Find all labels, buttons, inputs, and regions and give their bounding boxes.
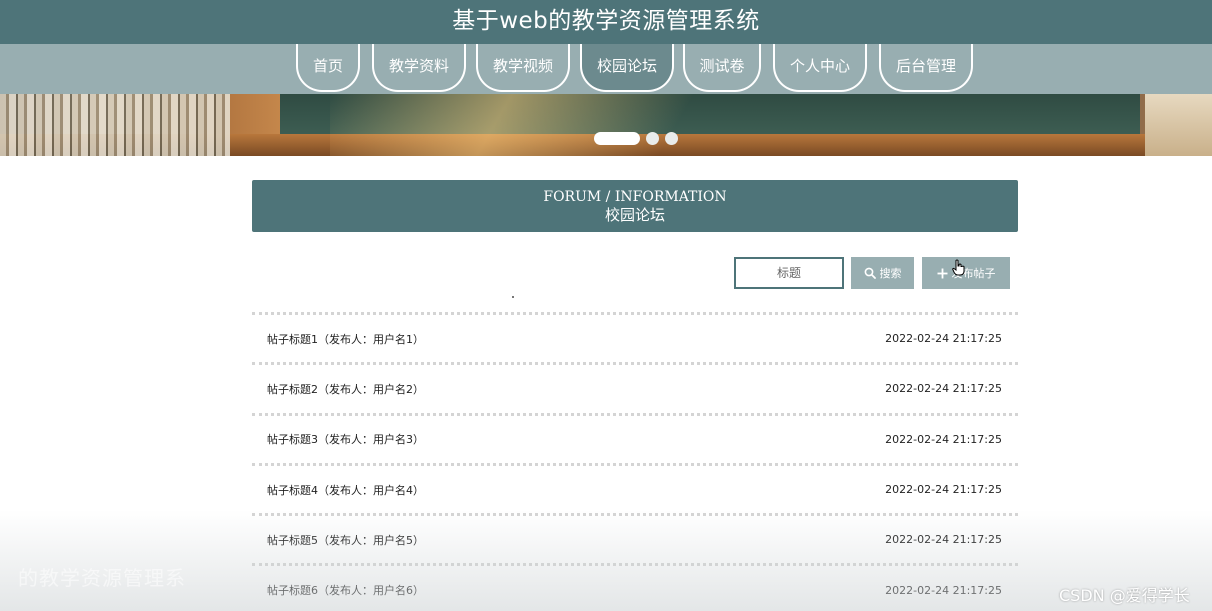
page: 基于web的教学资源管理系统 首页 教学资料 教学视频 校园论坛 测试卷 个人中… (0, 0, 1212, 611)
banner-sunlight (330, 94, 750, 156)
post-title[interactable]: 帖子标题3（发布人：用户名3） (267, 431, 424, 447)
post-row[interactable]: 帖子标题6（发布人：用户名6） 2022-02-24 21:17:25 (252, 563, 1018, 611)
carousel-dot-3[interactable] (665, 132, 678, 145)
post-title[interactable]: 帖子标题4（发布人：用户名4） (267, 482, 424, 498)
post-row[interactable]: 帖子标题2（发布人：用户名2） 2022-02-24 21:17:25 (252, 362, 1018, 412)
carousel-dot-1[interactable] (594, 132, 640, 145)
nav-item-label: 教学视频 (492, 56, 553, 75)
site-title: 基于web的教学资源管理系统 (452, 8, 760, 34)
search-icon (864, 267, 876, 279)
ghost-overlay-text: 的教学资源管理系 (18, 566, 186, 590)
post-title[interactable]: 帖子标题6（发布人：用户名6） (267, 582, 424, 598)
nav-item-label: 个人中心 (789, 56, 850, 75)
search-button[interactable]: 搜索 (851, 257, 914, 289)
post-list: 帖子标题1（发布人：用户名1） 2022-02-24 21:17:25 帖子标题… (252, 312, 1018, 611)
nav-item-home[interactable]: 首页 (296, 44, 360, 92)
post-title[interactable]: 帖子标题1（发布人：用户名1） (267, 331, 424, 347)
new-post-button[interactable]: 发布帖子 (922, 257, 1010, 289)
title-bar: 基于web的教学资源管理系统 (0, 0, 1212, 44)
banner-bookshelf (0, 94, 230, 156)
section-header: FORUM / INFORMATION 校园论坛 (252, 180, 1018, 232)
carousel-dot-2[interactable] (646, 132, 659, 145)
nav-item-teaching-materials[interactable]: 教学资料 (372, 44, 466, 92)
main-nav: 首页 教学资料 教学视频 校园论坛 测试卷 个人中心 后台管理 (0, 44, 1212, 94)
nav-item-admin[interactable]: 后台管理 (879, 44, 973, 92)
nav-item-label: 测试卷 (699, 56, 745, 75)
post-time: 2022-02-24 21:17:25 (885, 533, 1002, 547)
nav-item-test-papers[interactable]: 测试卷 (683, 44, 761, 92)
section-title-en: FORUM / INFORMATION (543, 189, 727, 205)
post-title[interactable]: 帖子标题2（发布人：用户名2） (267, 381, 424, 397)
banner-wall (1145, 94, 1212, 156)
search-button-label: 搜索 (879, 267, 902, 280)
post-row[interactable]: 帖子标题3（发布人：用户名3） 2022-02-24 21:17:25 (252, 412, 1018, 463)
post-row[interactable]: 帖子标题1（发布人：用户名1） 2022-02-24 21:17:25 (252, 312, 1018, 362)
nav-item-label: 后台管理 (895, 56, 956, 75)
nav-item-label: 校园论坛 (596, 56, 657, 75)
nav-item-teaching-videos[interactable]: 教学视频 (476, 44, 570, 92)
watermark: CSDN @爱得学长 (1059, 586, 1190, 605)
post-time: 2022-02-24 21:17:25 (885, 483, 1002, 497)
post-time: 2022-02-24 21:17:25 (885, 382, 1002, 396)
post-row[interactable]: 帖子标题4（发布人：用户名4） 2022-02-24 21:17:25 (252, 462, 1018, 513)
nav-item-label: 教学资料 (388, 56, 449, 75)
stray-dot (512, 296, 514, 298)
post-time: 2022-02-24 21:17:25 (885, 583, 1002, 597)
post-row[interactable]: 帖子标题5（发布人：用户名5） 2022-02-24 21:17:25 (252, 513, 1018, 563)
plus-icon (937, 268, 948, 279)
title-search-input[interactable] (734, 257, 844, 289)
post-time: 2022-02-24 21:17:25 (885, 432, 1002, 446)
nav-item-personal-center[interactable]: 个人中心 (773, 44, 867, 92)
nav-item-campus-forum[interactable]: 校园论坛 (580, 44, 674, 92)
banner-carousel[interactable] (0, 94, 1212, 156)
section-title-cn: 校园论坛 (604, 206, 665, 224)
carousel-indicators (594, 132, 678, 145)
post-time: 2022-02-24 21:17:25 (885, 332, 1002, 346)
nav-item-label: 首页 (312, 56, 343, 75)
hand-pointer-icon (952, 259, 966, 280)
post-title[interactable]: 帖子标题5（发布人：用户名5） (267, 532, 424, 548)
